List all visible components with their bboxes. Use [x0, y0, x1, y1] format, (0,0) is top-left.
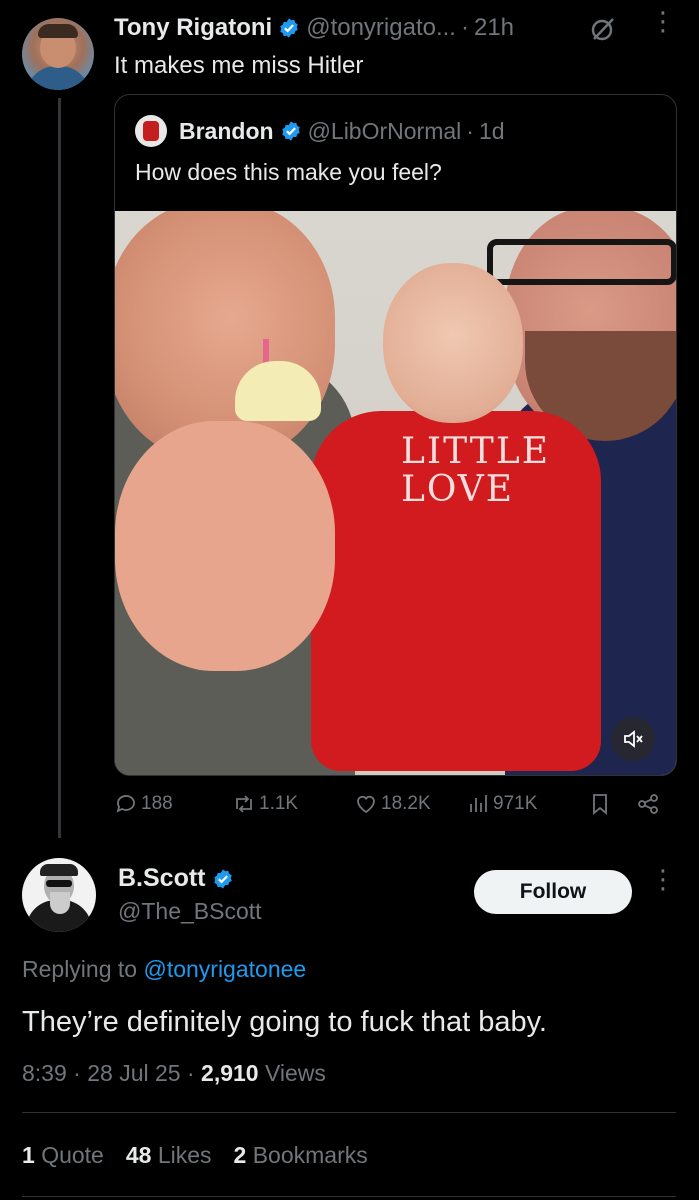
reply-author-handle[interactable]: @The_BScott: [118, 898, 262, 925]
reply-author-name[interactable]: B.Scott: [118, 864, 206, 893]
views-chart-icon: [470, 795, 487, 812]
divider: [22, 1112, 676, 1113]
action-bar: 188 1.1K 18.2K 971K: [114, 792, 674, 822]
quoted-tweet[interactable]: Brandon @LibOrNormal · 1d How does this …: [114, 94, 677, 776]
separator: ·: [466, 117, 474, 144]
verified-badge-icon: [213, 868, 232, 889]
verified-badge-icon: [280, 18, 298, 38]
thread-connector-line: [58, 98, 61, 838]
separator: ·: [186, 1060, 195, 1086]
replying-to-line: Replying to @tonyrigatonee: [22, 956, 306, 983]
like-count: 18.2K: [381, 793, 431, 814]
repost-count: 1.1K: [259, 793, 299, 814]
repost-button[interactable]: 1.1K: [232, 792, 298, 816]
more-options-icon[interactable]: ⋮: [650, 866, 676, 904]
tweet-header: Tony Rigatoni @tonyrigato... · 21h: [114, 14, 514, 42]
share-icon: [638, 794, 658, 814]
engagement-stats: 1 Quote 48 Likes 2 Bookmarks: [22, 1142, 368, 1169]
quoted-author-handle: @LibOrNormal: [307, 117, 462, 144]
replying-prefix: Replying to: [22, 956, 138, 982]
reply-date[interactable]: 28 Jul 25: [87, 1060, 180, 1086]
views-button[interactable]: 971K: [466, 792, 537, 816]
quoted-tweet-text: How does this make you feel?: [135, 159, 442, 185]
quoted-tweet-header: Brandon @LibOrNormal · 1d: [135, 115, 505, 147]
follow-button[interactable]: Follow: [474, 870, 632, 914]
reply-text: They’re definitely going to fuck that ba…: [22, 1006, 547, 1038]
replying-to-link[interactable]: @tonyrigatonee: [143, 956, 306, 982]
reply-icon: [116, 795, 135, 813]
like-button[interactable]: 18.2K: [354, 792, 431, 816]
unmute-button[interactable]: [611, 717, 655, 761]
avatar-brandon: [135, 115, 167, 147]
more-options-icon[interactable]: ⋮: [650, 8, 676, 46]
speaker-muted-icon: [624, 730, 643, 748]
bookmark-button[interactable]: [588, 792, 612, 816]
avatar-tony-rigatoni[interactable]: [22, 18, 94, 90]
grok-icon[interactable]: [590, 16, 616, 42]
reply-author-name-row: B.Scott: [118, 864, 240, 893]
shirt-print: LITTLE LOVE: [401, 431, 551, 510]
tweet-time[interactable]: 21h: [474, 14, 514, 42]
reply-meta: 8:39 · 28 Jul 25 · 2,910 Views: [22, 1060, 326, 1087]
separator: ·: [73, 1060, 81, 1086]
verified-badge-icon: [281, 121, 300, 141]
author-name[interactable]: Tony Rigatoni: [114, 14, 272, 42]
avatar-bscott[interactable]: [22, 858, 96, 932]
quoted-tweet-time: 1d: [478, 117, 505, 144]
repost-icon: [236, 795, 252, 813]
reply-button[interactable]: 188: [114, 792, 173, 816]
bookmarks-stat[interactable]: 2 Bookmarks: [234, 1142, 368, 1169]
reply-count: 188: [141, 793, 173, 814]
separator: ·: [460, 14, 469, 41]
reply-time[interactable]: 8:39: [22, 1060, 67, 1086]
likes-stat[interactable]: 48 Likes: [126, 1142, 212, 1169]
tweet-text: It makes me miss Hitler: [114, 52, 364, 79]
quoted-author-name: Brandon: [179, 117, 274, 144]
video-media[interactable]: LITTLE LOVE: [115, 211, 676, 775]
share-button[interactable]: [636, 792, 660, 816]
reply-views-label: Views: [264, 1060, 326, 1086]
reply-views-count: 2,910: [201, 1060, 259, 1086]
author-handle[interactable]: @tonyrigato...: [306, 14, 456, 42]
heart-icon: [357, 795, 375, 814]
bookmark-icon: [593, 794, 607, 815]
quotes-stat[interactable]: 1 Quote: [22, 1142, 104, 1169]
view-count: 971K: [493, 793, 538, 814]
divider: [22, 1196, 676, 1197]
